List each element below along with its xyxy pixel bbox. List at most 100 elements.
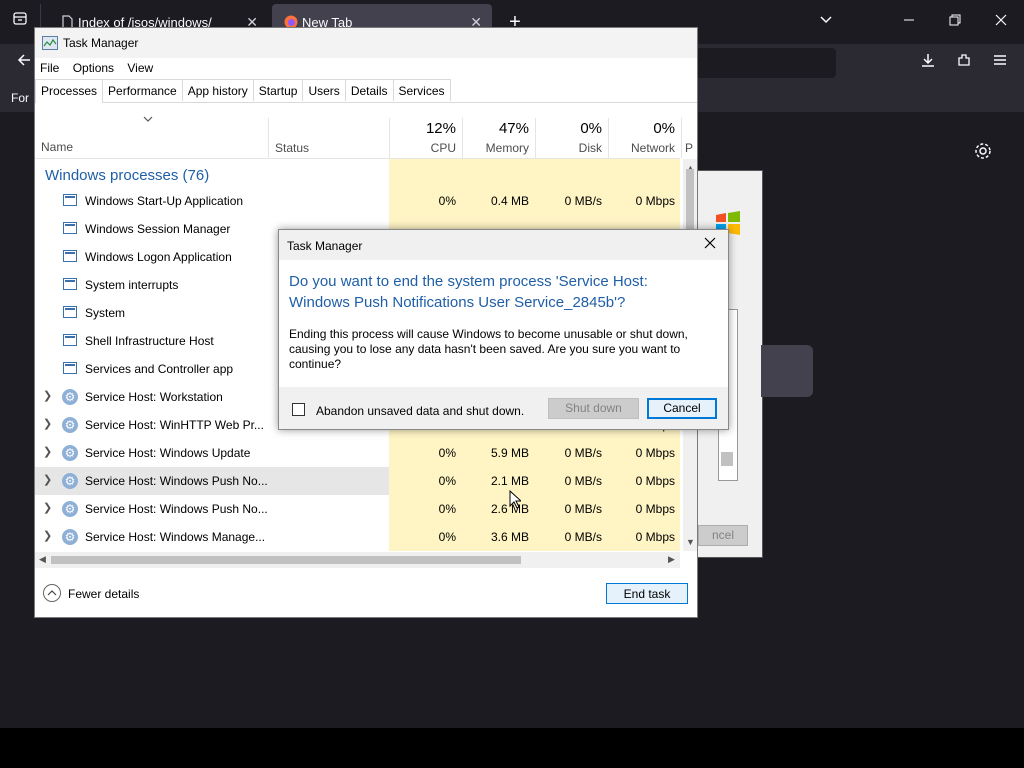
cancel-button[interactable]: Cancel xyxy=(647,398,717,419)
expand-chevron-icon[interactable]: ❯ xyxy=(43,473,52,486)
process-name: System interrupts xyxy=(85,278,179,292)
service-host-icon: ⚙ xyxy=(62,501,78,517)
close-window-icon[interactable] xyxy=(989,10,1013,34)
shut-down-button[interactable]: Shut down xyxy=(548,398,639,419)
disk-cell: 0 MB/s xyxy=(535,187,608,215)
confirm-dialog: Task Manager Do you want to end the syst… xyxy=(278,229,729,430)
cpu-label: CPU xyxy=(430,141,456,155)
service-host-icon: ⚙ xyxy=(62,529,78,545)
expand-chevron-icon[interactable]: ❯ xyxy=(43,501,52,514)
scroll-right-icon[interactable]: ▶ xyxy=(668,554,675,565)
column-name[interactable]: Name xyxy=(41,140,73,154)
scroll-down-icon[interactable]: ▼ xyxy=(686,537,695,547)
collapse-icon[interactable] xyxy=(43,584,61,602)
abandon-checkbox[interactable] xyxy=(292,403,305,416)
taskbar xyxy=(0,728,1024,768)
table-row[interactable]: ❯ ⚙ Service Host: Windows Push No... 0% 2.6 … xyxy=(35,495,680,523)
column-status[interactable]: Status xyxy=(268,118,389,158)
table-row[interactable]: ❯ ⚙ Service Host: Windows Manage... 0% 3.6 M… xyxy=(35,523,680,551)
menu-options[interactable]: Options xyxy=(68,58,119,75)
disk-percent: 0% xyxy=(580,120,602,137)
scroll-thumb[interactable] xyxy=(721,452,733,466)
minimize-icon[interactable] xyxy=(897,10,921,34)
disk-cell: 0 MB/s xyxy=(535,439,608,467)
abandon-checkbox-label[interactable]: Abandon unsaved data and shut down. xyxy=(316,404,524,418)
restore-icon[interactable] xyxy=(943,10,967,34)
group-header[interactable]: Windows processes (76) xyxy=(35,159,680,187)
process-name: Service Host: Windows Update xyxy=(85,446,251,460)
column-memory[interactable]: 47% Memory xyxy=(462,118,535,158)
table-row[interactable]: Windows Start-Up Application 0% 0.4 MB 0 MB… xyxy=(35,187,680,215)
horizontal-scrollbar[interactable]: ◀ ▶ xyxy=(35,552,680,568)
service-host-icon: ⚙ xyxy=(62,445,78,461)
chevron-down-icon[interactable] xyxy=(814,10,838,34)
background-cancel-button[interactable]: ncel xyxy=(698,525,748,546)
column-disk[interactable]: 0% Disk xyxy=(535,118,608,158)
column-partial[interactable]: P xyxy=(681,118,697,158)
menu-file[interactable]: File xyxy=(35,58,64,75)
back-arrow-icon[interactable] xyxy=(12,52,36,76)
tab-app-history[interactable]: App history xyxy=(181,79,254,101)
table-row[interactable]: ❯ ⚙ Service Host: Windows Update 0% 5.9 MB 0 … xyxy=(35,439,680,467)
network-percent: 0% xyxy=(653,120,675,137)
column-status-label: Status xyxy=(275,141,310,155)
process-name: Service Host: Windows Push No... xyxy=(85,502,268,516)
dialog-title-bar[interactable]: Task Manager xyxy=(279,230,728,260)
tab-users[interactable]: Users xyxy=(302,79,346,101)
process-name: Service Host: Windows Manage... xyxy=(85,530,266,544)
download-icon[interactable] xyxy=(916,52,940,76)
end-task-button[interactable]: End task xyxy=(606,583,688,604)
cpu-cell: 0% xyxy=(389,495,462,523)
process-window-icon xyxy=(63,194,77,206)
gear-icon[interactable] xyxy=(971,142,995,166)
disk-cell: 0 MB/s xyxy=(535,495,608,523)
process-name: Windows Session Manager xyxy=(85,222,231,236)
column-partial-label: P xyxy=(685,141,694,155)
process-name: Windows Start-Up Application xyxy=(85,194,244,208)
process-window-icon xyxy=(63,222,77,234)
menu-icon[interactable] xyxy=(988,52,1012,76)
cpu-cell: 0% xyxy=(389,439,462,467)
title-bar[interactable]: Task Manager xyxy=(35,28,697,58)
tab-startup[interactable]: Startup xyxy=(252,79,304,101)
process-window-icon xyxy=(63,250,77,262)
dialog-heading: Do you want to end the system process 'S… xyxy=(289,273,648,311)
bookmark-item[interactable]: For xyxy=(11,91,29,105)
scroll-thumb[interactable] xyxy=(51,556,521,564)
column-cpu[interactable]: 12% CPU xyxy=(389,118,462,158)
fewer-details-link[interactable]: Fewer details xyxy=(68,587,139,601)
network-cell: 0 Mbps xyxy=(608,523,680,551)
service-host-icon: ⚙ xyxy=(62,417,78,433)
expand-chevron-icon[interactable]: ❯ xyxy=(43,389,52,402)
network-cell: 0 Mbps xyxy=(608,439,680,467)
cpu-cell: 0% xyxy=(389,523,462,551)
dialog-title: Task Manager xyxy=(287,239,363,253)
memory-cell: 3.6 MB xyxy=(462,523,535,551)
extensions-icon[interactable] xyxy=(952,52,976,76)
dialog-message: Ending this process will cause Windows t… xyxy=(289,327,688,371)
column-network[interactable]: 0% Network xyxy=(608,118,681,158)
menu-view[interactable]: View xyxy=(122,58,158,75)
expand-chevron-icon[interactable]: ❯ xyxy=(43,445,52,458)
process-name: Service Host: WinHTTP Web Pr... xyxy=(85,418,264,432)
network-cell: 0 Mbps xyxy=(608,495,680,523)
expand-chevron-icon[interactable]: ❯ xyxy=(43,417,52,430)
tab-list-icon[interactable] xyxy=(8,10,32,34)
dialog-body: Do you want to end the system process 'S… xyxy=(279,260,728,387)
process-name: System xyxy=(85,306,126,320)
scroll-left-icon[interactable]: ◀ xyxy=(39,554,46,565)
task-manager-icon xyxy=(42,36,58,50)
column-header: Name Status 12% CPU 47% Memory 0% Disk 0… xyxy=(35,118,693,159)
expand-chevron-icon[interactable]: ❯ xyxy=(43,529,52,542)
tab-performance[interactable]: Performance xyxy=(102,79,183,101)
close-icon[interactable] xyxy=(704,237,716,252)
cpu-percent: 12% xyxy=(425,120,456,137)
memory-cell: 0.4 MB xyxy=(462,187,535,215)
table-row[interactable]: ❯ ⚙ Service Host: Windows Push No... 0% 2.1 … xyxy=(35,467,680,495)
memory-label: Memory xyxy=(485,141,529,155)
tab-services[interactable]: Services xyxy=(392,79,451,101)
tab-processes[interactable]: Processes xyxy=(35,79,104,103)
cpu-cell: 0% xyxy=(389,187,462,215)
tab-details[interactable]: Details xyxy=(344,79,394,101)
dialog-footer: Abandon unsaved data and shut down. Shut… xyxy=(279,387,728,429)
